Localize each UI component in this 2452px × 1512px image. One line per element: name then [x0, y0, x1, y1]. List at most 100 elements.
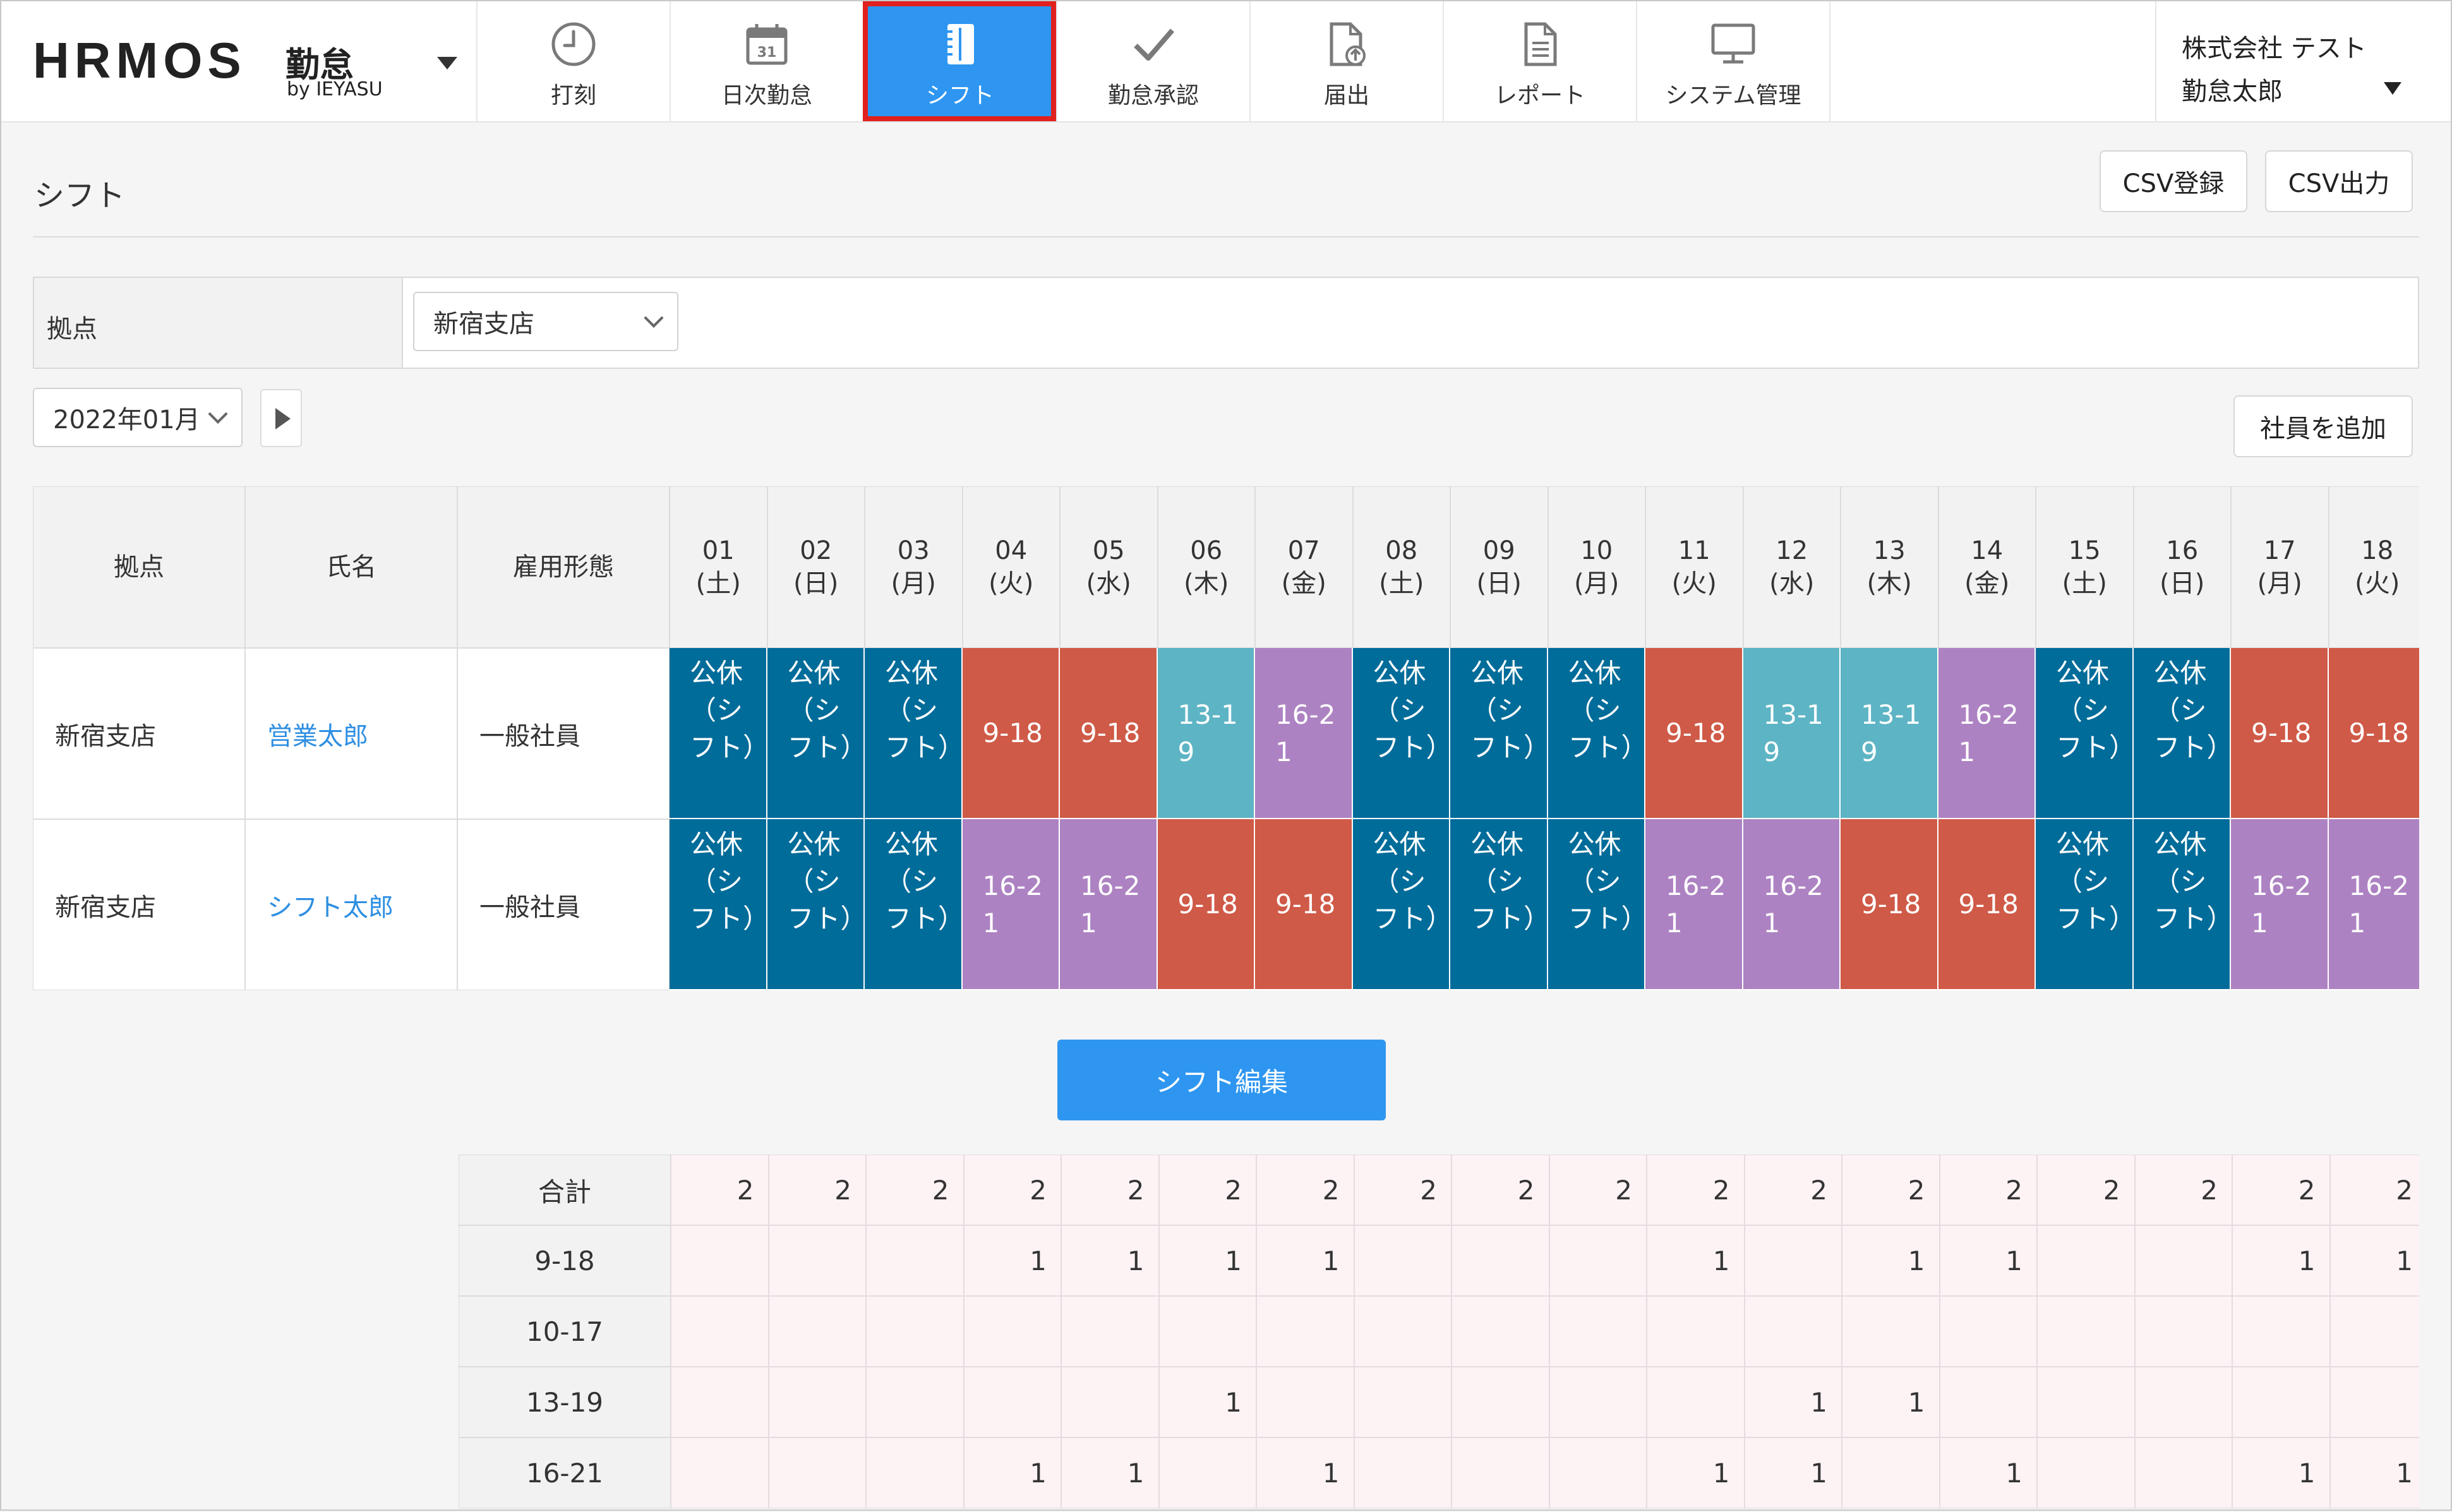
summary-count: [1744, 1225, 1842, 1296]
day-number: 02: [800, 536, 832, 565]
shift-cell[interactable]: 9-18: [2328, 648, 2419, 819]
shift-cell[interactable]: 9-18: [2231, 648, 2329, 819]
play-right-icon: [275, 408, 291, 429]
shift-cell[interactable]: 公休（シフト）: [1450, 819, 1548, 990]
shift-cell[interactable]: 公休（シフト）: [767, 819, 865, 990]
shift-cell[interactable]: 公休（シフト）: [1352, 819, 1450, 990]
nav-item-6[interactable]: システム管理: [1636, 1, 1829, 121]
shift-cell[interactable]: 公休（シフト）: [1548, 648, 1645, 819]
shift-table: 拠点 氏名 雇用形態 01 (土) 02 (日) 03 (月) 04 (火) 05 (水) 06 (木) 07…: [33, 486, 2419, 990]
shift-cell[interactable]: 公休（シフト）: [2133, 648, 2231, 819]
day-weekday: (木): [1866, 569, 1912, 598]
summary-count: 1: [1158, 1225, 1256, 1296]
shift-cell[interactable]: 16-21: [1060, 819, 1158, 990]
shift-cell[interactable]: 9-18: [1255, 819, 1353, 990]
day-weekday: (木): [1184, 569, 1229, 598]
shift-cell[interactable]: 16-21: [1255, 648, 1353, 819]
summary-row-label: 16-21: [459, 1437, 671, 1508]
nav-item-5[interactable]: レポート: [1443, 1, 1636, 121]
csv-export-button[interactable]: CSV出力: [2265, 150, 2413, 212]
row-employment: 一般社員: [457, 819, 670, 990]
day-weekday: (月): [891, 569, 936, 598]
row-site: 新宿支店: [33, 648, 245, 819]
shift-cell[interactable]: 公休（シフト）: [2036, 819, 2134, 990]
app-logo[interactable]: HRMOS 勤怠 by IEYASU: [33, 32, 469, 107]
shift-cell[interactable]: 公休（シフト）: [2036, 648, 2134, 819]
employee-name-link[interactable]: シフト太郎: [245, 819, 457, 990]
shift-cell[interactable]: 公休（シフト）: [1450, 648, 1548, 819]
summary-count: [2232, 1296, 2330, 1367]
summary-count: [1647, 1296, 1745, 1367]
nav-item-4[interactable]: 届出: [1249, 1, 1443, 121]
summary-count: [768, 1225, 866, 1296]
month-select[interactable]: 2022年01月: [33, 388, 243, 447]
day-number: 06: [1190, 536, 1223, 565]
caret-down-icon[interactable]: [2384, 82, 2401, 95]
summary-count: [1354, 1296, 1451, 1367]
shift-cell[interactable]: 9-18: [1645, 648, 1743, 819]
day-header: 02 (日): [767, 486, 865, 648]
day-number: 08: [1385, 536, 1418, 565]
shift-cell[interactable]: 9-18: [962, 648, 1060, 819]
summary-count: [2134, 1367, 2232, 1437]
summary-count: [671, 1437, 769, 1508]
day-header: 08 (土): [1352, 486, 1450, 648]
summary-count: [1842, 1437, 1940, 1508]
day-header: 10 (月): [1548, 486, 1645, 648]
add-employee-button[interactable]: 社員を追加: [2233, 395, 2413, 457]
nav-item-2[interactable]: シフト: [863, 1, 1056, 121]
monitor-icon: [1708, 19, 1758, 69]
shift-cell[interactable]: 公休（シフト）: [670, 819, 767, 990]
edit-shift-button[interactable]: シフト編集: [1057, 1040, 1386, 1120]
shift-cell[interactable]: 9-18: [1157, 819, 1255, 990]
summary-count: 2: [866, 1155, 964, 1225]
day-number: 15: [2068, 536, 2101, 565]
shift-cell[interactable]: 13-19: [1841, 648, 1938, 819]
summary-count: 1: [1061, 1437, 1159, 1508]
shift-cell[interactable]: 9-18: [1060, 648, 1158, 819]
summary-count: [1939, 1296, 2037, 1367]
shift-cell[interactable]: 16-21: [1743, 819, 1841, 990]
shift-cell[interactable]: 16-21: [1938, 648, 2036, 819]
nav-item-0[interactable]: 打刻: [476, 1, 670, 121]
day-header: 03 (月): [865, 486, 963, 648]
month-select-value: 2022年01月: [53, 405, 200, 435]
shift-cell[interactable]: 16-21: [2231, 819, 2329, 990]
shift-cell[interactable]: 公休（シフト）: [1548, 819, 1645, 990]
day-number: 11: [1678, 536, 1710, 565]
shift-cell[interactable]: 9-18: [1938, 819, 2036, 990]
shift-cell[interactable]: 公休（シフト）: [2133, 819, 2231, 990]
summary-count: [1451, 1296, 1549, 1367]
day-number: 05: [1092, 536, 1125, 565]
shift-cell[interactable]: 9-18: [1841, 819, 1938, 990]
shift-cell[interactable]: 公休（シフト）: [670, 648, 767, 819]
top-header: HRMOS 勤怠 by IEYASU 打刻 31 日次勤怠 シフト 勤怠承認 届出 レポート…: [1, 1, 2451, 123]
shift-cell[interactable]: 公休（シフト）: [767, 648, 865, 819]
shift-cell[interactable]: 16-21: [962, 819, 1060, 990]
caret-down-icon[interactable]: [437, 57, 457, 69]
summary-count: 2: [1744, 1155, 1842, 1225]
nav-item-label: 勤怠承認: [1107, 83, 1199, 109]
summary-count: 1: [1842, 1367, 1940, 1437]
site-select[interactable]: 新宿支店: [413, 292, 678, 351]
summary-count: 2: [1061, 1155, 1159, 1225]
shift-cell[interactable]: 公休（シフト）: [865, 819, 963, 990]
shift-cell[interactable]: 公休（シフト）: [1352, 648, 1450, 819]
nav-item-3[interactable]: 勤怠承認: [1056, 1, 1249, 121]
user-menu[interactable]: 株式会社 テスト 勤怠太郎: [2155, 1, 2452, 121]
shift-cell[interactable]: 16-21: [1645, 819, 1743, 990]
next-month-button[interactable]: [260, 389, 302, 447]
summary-count: 2: [768, 1155, 866, 1225]
summary-count: [866, 1367, 964, 1437]
summary-count: [1549, 1225, 1647, 1296]
employee-name-link[interactable]: 営業太郎: [245, 648, 457, 819]
shift-cell[interactable]: 13-19: [1157, 648, 1255, 819]
summary-count: 1: [1647, 1437, 1745, 1508]
shift-cell[interactable]: 16-21: [2328, 819, 2419, 990]
nav-item-1[interactable]: 31 日次勤怠: [670, 1, 863, 121]
column-header-name: 氏名: [245, 486, 457, 648]
shift-cell[interactable]: 公休（シフト）: [865, 648, 963, 819]
shift-cell[interactable]: 13-19: [1743, 648, 1841, 819]
day-weekday: (火): [2355, 569, 2400, 598]
csv-import-button[interactable]: CSV登録: [2100, 150, 2247, 212]
